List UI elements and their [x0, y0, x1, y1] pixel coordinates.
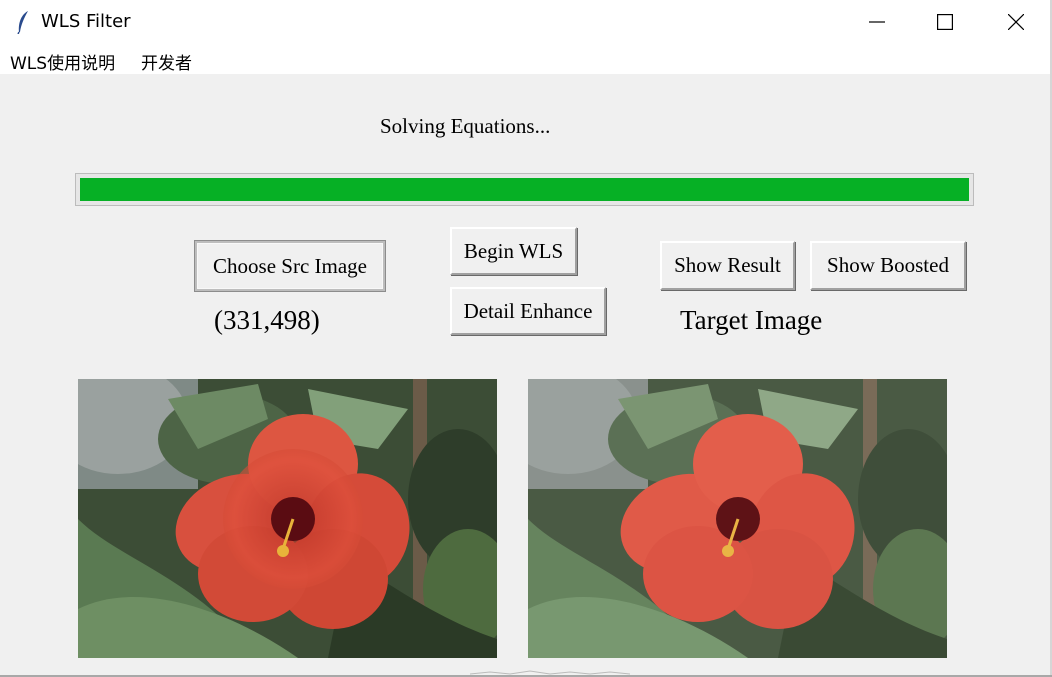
minimize-button[interactable]: [841, 0, 911, 44]
detail-enhance-button[interactable]: Detail Enhance: [450, 287, 606, 335]
target-image-canvas: [528, 379, 947, 658]
minimize-icon: [869, 21, 885, 23]
menu-bar: WLS使用说明 开发者: [0, 44, 1052, 74]
menu-developer[interactable]: 开发者: [141, 49, 192, 74]
close-icon: [1008, 14, 1024, 30]
begin-wls-button[interactable]: Begin WLS: [450, 227, 577, 275]
source-image-canvas: [78, 379, 497, 658]
title-bar[interactable]: WLS Filter: [0, 0, 1052, 44]
menu-wls-instructions[interactable]: WLS使用说明: [10, 49, 115, 74]
image-size-label: (331,498): [214, 305, 320, 335]
show-result-button[interactable]: Show Result: [660, 241, 795, 290]
close-button[interactable]: [980, 0, 1050, 44]
choose-src-image-button[interactable]: Choose Src Image: [195, 241, 385, 291]
feather-icon: [17, 11, 28, 34]
maximize-icon: [937, 14, 953, 30]
progress-bar: [75, 173, 974, 206]
target-image: [528, 379, 947, 658]
show-boosted-button[interactable]: Show Boosted: [810, 241, 966, 290]
maximize-button[interactable]: [909, 0, 979, 44]
window-title: WLS Filter: [41, 11, 131, 32]
status-label: Solving Equations...: [380, 114, 551, 138]
target-image-label: Target Image: [680, 305, 823, 335]
source-image: [78, 379, 497, 658]
progress-bar-fill: [80, 178, 969, 201]
